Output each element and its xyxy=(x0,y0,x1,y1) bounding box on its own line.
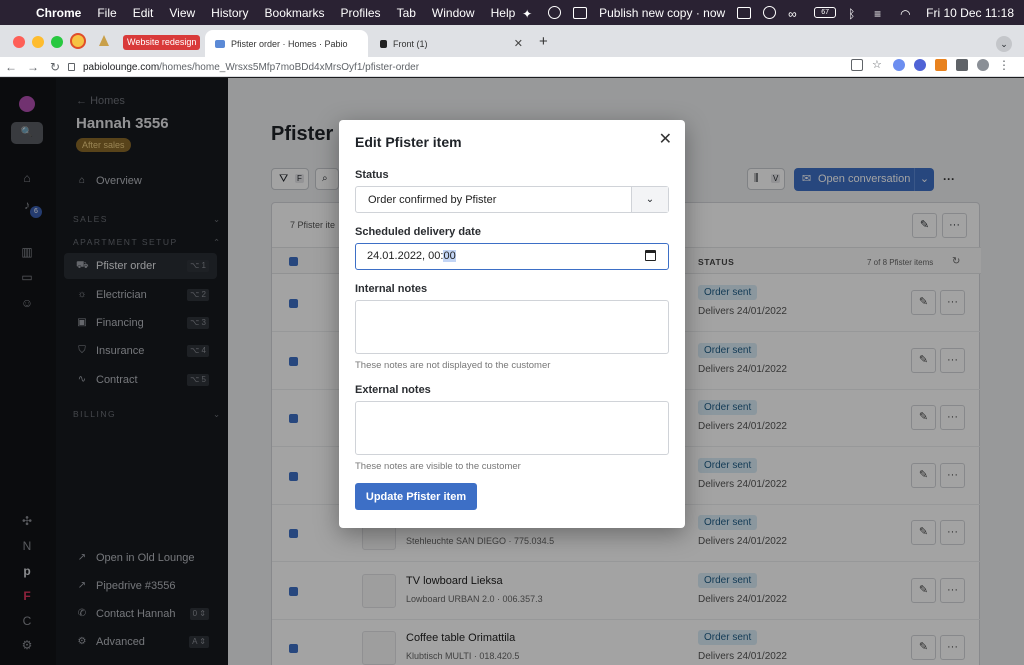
external-notes-label: External notes xyxy=(355,384,431,396)
menu-history[interactable]: History xyxy=(203,6,256,20)
tab-group-badge[interactable]: Website redesign xyxy=(123,35,201,50)
new-tab-button[interactable]: + xyxy=(539,33,548,50)
vpn-icon[interactable] xyxy=(763,6,777,19)
extensions-puzzle-icon[interactable] xyxy=(956,59,968,71)
menu-file[interactable]: File xyxy=(89,6,124,20)
status-select-value: Order confirmed by Pfister xyxy=(368,194,497,206)
close-window-button[interactable] xyxy=(13,36,25,48)
profile-avatar[interactable] xyxy=(977,59,989,71)
internal-notes-help: These notes are not displayed to the cus… xyxy=(355,360,551,371)
menu-tab[interactable]: Tab xyxy=(389,6,424,20)
calendar-icon[interactable] xyxy=(645,250,656,261)
menu-edit[interactable]: Edit xyxy=(125,6,162,20)
publish-icon[interactable] xyxy=(573,6,588,19)
front-favicon-icon xyxy=(380,39,387,48)
dropbox-icon[interactable]: ✦ xyxy=(522,7,536,21)
chevron-down-icon[interactable]: ⌄ xyxy=(631,187,668,212)
delivery-date-label: Scheduled delivery date xyxy=(355,226,481,238)
tab-label: Front (1) xyxy=(393,38,428,49)
menu-bookmarks[interactable]: Bookmarks xyxy=(257,6,333,20)
window-controls xyxy=(13,36,63,48)
close-tab-icon[interactable]: ✕ xyxy=(514,37,523,50)
close-icon[interactable]: ✕ xyxy=(659,129,672,149)
url-field[interactable]: pabiolounge.com/homes/home_Wrsxs5Mfp7moB… xyxy=(68,59,888,75)
menubar-clock[interactable]: Fri 10 Dec 11:18 xyxy=(926,6,1014,20)
dialog-title: Edit Pfister item xyxy=(355,134,462,150)
pabio-favicon-icon xyxy=(215,39,225,48)
delivery-date-value: 24.01.2022, 00:00 xyxy=(367,250,456,262)
internal-notes-label: Internal notes xyxy=(355,283,428,295)
bookmark-star-icon[interactable]: ☆ xyxy=(872,59,884,71)
url-path: /homes/home_Wrsxs5Mfp7moBDd4xMrsOyf1/pfi… xyxy=(159,61,420,73)
window-icon[interactable] xyxy=(737,6,752,19)
share-icon[interactable] xyxy=(851,59,863,71)
menu-help[interactable]: Help xyxy=(483,6,524,20)
reload-icon[interactable]: ↻ xyxy=(44,60,66,74)
menu-view[interactable]: View xyxy=(161,6,203,20)
browser-menu-icon[interactable]: ⋮ xyxy=(998,59,1010,71)
sync-icon[interactable] xyxy=(548,6,562,19)
address-bar: ← → ↻ pabiolounge.com/homes/home_Wrsxs5M… xyxy=(0,57,1024,77)
tab-label: Pfister order · Homes · Pabio xyxy=(231,38,348,49)
menubar-status-text: Publish new copy · now xyxy=(599,5,726,20)
metamask-icon[interactable] xyxy=(935,59,947,71)
url-host: pabiolounge.com xyxy=(83,61,160,73)
extension-icon[interactable] xyxy=(914,59,926,71)
battery-icon[interactable]: 67 xyxy=(814,7,837,18)
pinned-tab-icon[interactable] xyxy=(70,33,86,49)
browser-toolbar: ☆ ⋮ xyxy=(851,59,1010,71)
external-notes-help: These notes are visible to the customer xyxy=(355,461,521,472)
status-label: Status xyxy=(355,169,389,181)
extension-icon[interactable] xyxy=(893,59,905,71)
minimize-window-button[interactable] xyxy=(32,36,44,48)
status-select[interactable]: Order confirmed by Pfister ⌄ xyxy=(355,186,669,213)
menu-profiles[interactable]: Profiles xyxy=(333,6,389,20)
tab-pfister-order[interactable]: Pfister order · Homes · Pabio xyxy=(205,30,368,57)
edit-pfister-item-dialog: Edit Pfister item ✕ Status Order confirm… xyxy=(339,120,685,528)
maximize-window-button[interactable] xyxy=(51,36,63,48)
link-icon[interactable]: ∞ xyxy=(788,7,802,21)
menu-window[interactable]: Window xyxy=(424,6,483,20)
browser-tabbar: Website redesign Pfister order · Homes ·… xyxy=(0,25,1024,57)
pinned-tab-icon[interactable] xyxy=(96,33,112,49)
lock-icon[interactable] xyxy=(68,63,75,71)
date-text: 24.01.2022, 00: xyxy=(367,250,444,262)
wifi-icon[interactable]: ◠ xyxy=(900,7,914,21)
back-icon[interactable]: ← xyxy=(0,60,22,74)
control-center-icon[interactable]: ≡ xyxy=(874,7,888,21)
macos-menubar: Chrome File Edit View History Bookmarks … xyxy=(0,0,1024,25)
external-notes-field[interactable] xyxy=(355,401,669,455)
delivery-date-input[interactable]: 24.01.2022, 00:00 xyxy=(355,243,669,270)
forward-icon[interactable]: → xyxy=(22,60,44,74)
update-pfister-item-button[interactable]: Update Pfister item xyxy=(355,483,477,510)
internal-notes-field[interactable] xyxy=(355,300,669,354)
menu-app-name[interactable]: Chrome xyxy=(34,6,89,20)
tab-search-icon[interactable]: ⌄ xyxy=(996,36,1012,52)
tab-front[interactable]: Front (1) ✕ xyxy=(370,30,533,57)
date-selected-segment: 00 xyxy=(443,250,456,262)
bluetooth-icon[interactable]: ᛒ xyxy=(848,7,862,21)
